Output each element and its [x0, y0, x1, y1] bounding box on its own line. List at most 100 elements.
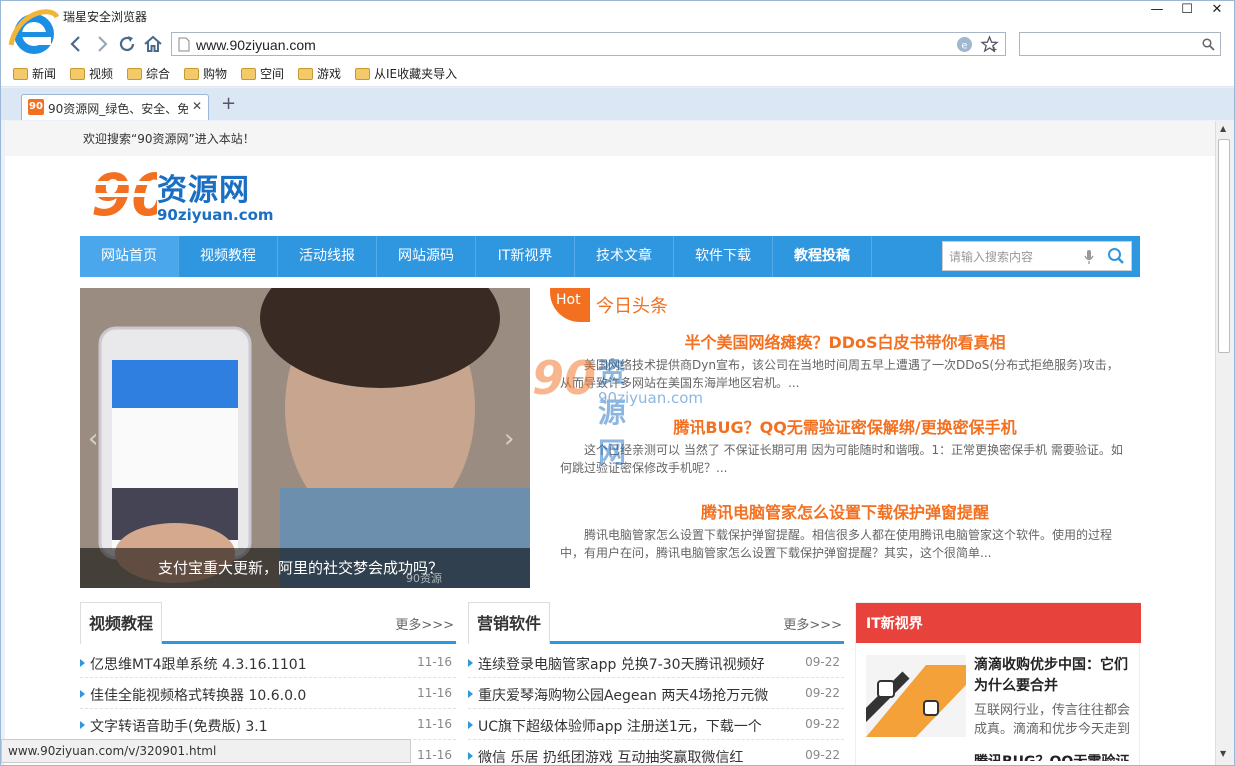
nav-video-tutorials[interactable]: 视频教程	[179, 236, 278, 277]
headline-title[interactable]: 腾讯电脑管家怎么设置下载保护弹窗提醒	[550, 499, 1140, 523]
tab-close-icon[interactable]: ✕	[192, 99, 202, 113]
maximize-button[interactable]: ☐	[1172, 1, 1202, 21]
list-item[interactable]: 亿思维MT4跟单系统 4.3.16.1101 11-16	[80, 647, 456, 678]
nav-tech-articles[interactable]: 技术文章	[575, 236, 674, 277]
fav-item-space[interactable]: 空间	[241, 65, 284, 82]
close-window-button[interactable]: ✕	[1202, 1, 1232, 21]
url-text[interactable]: www.90ziyuan.com	[196, 37, 316, 53]
back-icon[interactable]	[65, 33, 87, 55]
fav-item-news[interactable]: 新闻	[13, 65, 56, 82]
compat-mode-icon[interactable]: e	[956, 36, 973, 53]
browser-search-input[interactable]	[1019, 32, 1221, 56]
vertical-scrollbar[interactable]: ▲ ▼	[1215, 121, 1232, 765]
nav-submit-tutorial[interactable]: 教程投稿	[773, 236, 872, 277]
site-search-input[interactable]: 请输入搜索内容	[942, 241, 1132, 271]
headline-desc: 这个已经亲测可以 当然了 不保证长期可用 因为可能随时和谐哦。1：正常更换密保手…	[560, 443, 1123, 475]
logo-text-en: 90ziyuan.com	[157, 206, 274, 224]
folder-icon	[70, 67, 85, 80]
folder-icon	[355, 67, 370, 80]
microphone-icon[interactable]	[1083, 248, 1095, 266]
headline-title[interactable]: 半个美国网络瘫痪？DDoS白皮书带你看真相	[550, 329, 1140, 353]
folder-icon	[184, 67, 199, 80]
home-icon[interactable]	[142, 33, 164, 55]
bullet-icon	[468, 690, 473, 698]
welcome-text: 欢迎搜索“90资源网”进入本站！	[83, 132, 255, 146]
bullet-icon	[80, 690, 85, 698]
nav-source-code[interactable]: 网站源码	[377, 236, 476, 277]
box-title: 营销软件	[468, 602, 551, 644]
it-article-title[interactable]: 滴滴收购优步中国：它们为什么要合并	[974, 655, 1134, 697]
navigation-bar: www.90ziyuan.com e	[1, 29, 1234, 61]
page-icon	[178, 37, 190, 52]
slider-caption[interactable]: 支付宝重大更新，阿里的社交梦会成功吗？	[158, 557, 443, 578]
search-icon[interactable]	[1202, 38, 1215, 51]
app-title: 瑞星安全浏览器	[63, 10, 148, 24]
it-next-article-title[interactable]: 腾讯BUG？QQ无需验证	[974, 749, 1134, 761]
featured-slider[interactable]: ‹ › 支付宝重大更新，阿里的社交梦会成功吗？ 90资源网/90ziyuan.c…	[80, 288, 530, 588]
status-bar: www.90ziyuan.com/v/320901.html	[1, 739, 411, 763]
fav-item-shopping[interactable]: 购物	[184, 65, 227, 82]
folder-icon	[298, 67, 313, 80]
site-search-icon[interactable]	[1107, 247, 1125, 265]
nav-deals[interactable]: 活动线报	[278, 236, 377, 277]
bullet-icon	[468, 659, 473, 667]
hot-section-title: 今日头条	[596, 296, 668, 317]
tab-favicon: 90	[28, 99, 44, 115]
address-bar[interactable]: www.90ziyuan.com e	[171, 32, 1006, 56]
site-search-placeholder: 请输入搜索内容	[949, 250, 1034, 264]
bullet-icon	[468, 721, 473, 729]
refresh-icon[interactable]	[116, 33, 138, 55]
box-header: 视频教程 更多>>>	[80, 602, 456, 644]
browser-logo-icon	[8, 9, 60, 54]
headline-desc: 腾讯电脑管家怎么设置下载保护弹窗提醒。相信很多人都在使用腾讯电脑管家这个软件。使…	[560, 528, 1113, 560]
tab-active[interactable]: 90 90资源网_绿色、安全、免 ✕	[21, 94, 209, 120]
slider-caption-bar: 支付宝重大更新，阿里的社交梦会成功吗？ 90资源网/90ziyuan.com	[80, 548, 530, 588]
list-item[interactable]: 重庆爱琴海购物公园Aegean 两天4场抢万元微 09-22	[468, 678, 844, 709]
tab-title[interactable]: 90资源网_绿色、安全、免	[48, 100, 188, 117]
list-item[interactable]: 文字转语音助手(免费版) 3.1 11-16	[80, 709, 456, 740]
scroll-up-icon[interactable]: ▲	[1220, 124, 1226, 133]
fav-item-video[interactable]: 视频	[70, 65, 113, 82]
it-news-box: IT新视界 滴滴收购优步中国：它们为什么要合并 互联网行业，传言往往都会成真。滴…	[855, 602, 1141, 765]
page-viewport: 欢迎搜索“90资源网”进入本站！ 90 资源网 90ziyuan.com 网站首…	[5, 121, 1215, 765]
more-link[interactable]: 更多>>>	[395, 614, 454, 633]
scrollbar-thumb[interactable]	[1218, 139, 1230, 353]
title-bar: 瑞星安全浏览器 — ☐ ✕	[1, 1, 1234, 54]
fav-item-games[interactable]: 游戏	[298, 65, 341, 82]
fav-item-general[interactable]: 综合	[127, 65, 170, 82]
new-tab-button[interactable]: +	[221, 95, 236, 113]
slider-next-icon[interactable]: ›	[504, 424, 514, 454]
forward-icon[interactable]	[91, 33, 113, 55]
list-item[interactable]: UC旗下超级体验师app 注册送1元，下载一个 09-22	[468, 709, 844, 740]
folder-icon	[241, 67, 256, 80]
box-title: IT新视界	[866, 616, 923, 632]
slider-prev-icon[interactable]: ‹	[88, 424, 98, 454]
article-thumbnail[interactable]	[866, 655, 966, 737]
scroll-down-icon[interactable]: ▼	[1220, 749, 1226, 758]
marketing-software-box: 营销软件 更多>>> 连续登录电脑管家app 兑换7-30天腾讯视频好 09-22…	[468, 602, 844, 765]
favorites-bar: 新闻 视频 综合 购物 空间 游戏 从IE收藏夹导入	[1, 61, 1234, 87]
site-logo[interactable]: 90 资源网 90ziyuan.com	[91, 163, 281, 225]
nav-it-news[interactable]: IT新视界	[476, 236, 575, 277]
nav-home[interactable]: 网站首页	[80, 236, 179, 277]
nav-software-download[interactable]: 软件下载	[674, 236, 773, 277]
box-header: IT新视界	[856, 603, 1141, 643]
hot-badge: Hot	[550, 288, 590, 322]
minimize-button[interactable]: —	[1142, 1, 1172, 21]
it-article-desc: 互联网行业，传言往往都会成真。滴滴和优步今天走到	[974, 703, 1131, 737]
list-item[interactable]: 连续登录电脑管家app 兑换7-30天腾讯视频好 09-22	[468, 647, 844, 678]
box-header: 营销软件 更多>>>	[468, 602, 844, 644]
folder-icon	[127, 67, 142, 80]
bullet-icon	[468, 752, 473, 760]
site-main-nav: 网站首页 视频教程 活动线报 网站源码 IT新视界 技术文章 软件下载 教程投稿…	[80, 236, 1140, 277]
logo-mark-icon: 90	[91, 163, 157, 225]
fav-item-import-ie[interactable]: 从IE收藏夹导入	[355, 65, 457, 82]
list-item[interactable]: 微信 乐居 扔纸团游戏 互动抽奖赢取微信红 09-22	[468, 740, 844, 765]
star-icon[interactable]	[980, 35, 999, 54]
bullet-icon	[80, 659, 85, 667]
list-item[interactable]: 佳佳全能视频格式转换器 10.6.0.0 11-16	[80, 678, 456, 709]
folder-icon	[13, 67, 28, 80]
hot-news-section: Hot 今日头条 半个美国网络瘫痪？DDoS白皮书带你看真相 美国网络技术提供商…	[550, 288, 1140, 588]
more-link[interactable]: 更多>>>	[783, 614, 842, 633]
headline-title[interactable]: 腾讯BUG？QQ无需验证密保解绑/更换密保手机	[550, 414, 1140, 438]
